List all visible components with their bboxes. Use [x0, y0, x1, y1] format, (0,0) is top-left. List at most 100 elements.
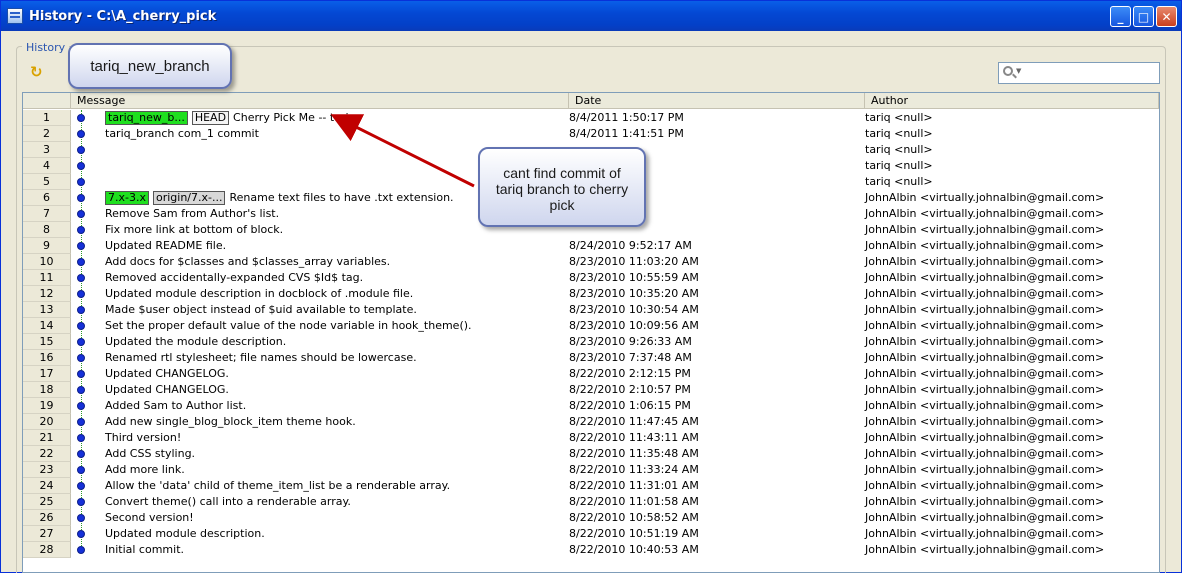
row-number: 16 [23, 350, 71, 366]
table-row[interactable]: 27 Updated module description. 8/22/2010 1… [23, 526, 1159, 542]
commit-author: JohnAlbin <virtually.johnalbin@gmail.com… [865, 495, 1105, 508]
commit-message: Convert theme() call into a renderable a… [105, 495, 351, 508]
search-input[interactable]: ▼ [998, 62, 1160, 84]
branch-name-callout: tariq_new_branch [68, 43, 232, 89]
commit-message: Set the proper default value of the node… [105, 319, 472, 332]
commit-message: Fix more link at bottom of block. [105, 223, 284, 236]
title-bar[interactable]: History - C:\A_cherry_pick _ □ ✕ [1, 1, 1181, 31]
commit-author: JohnAlbin <virtually.johnalbin@gmail.com… [865, 399, 1105, 412]
close-button[interactable]: ✕ [1156, 6, 1177, 27]
commit-author: JohnAlbin <virtually.johnalbin@gmail.com… [865, 479, 1105, 492]
history-panel-label: History [22, 41, 70, 54]
row-number: 7 [23, 206, 71, 222]
table-row[interactable]: 19 Added Sam to Author list. 8/22/2010 1:0… [23, 398, 1159, 414]
commit-dot-icon [77, 402, 85, 410]
commit-message: Updated module description. [105, 527, 265, 540]
ref-tag[interactable]: tariq_new_b... [105, 111, 188, 125]
commit-message-cell: Convert theme() call into a renderable a… [105, 494, 351, 510]
commit-message: Add docs for $classes and $classes_array… [105, 255, 391, 268]
table-row[interactable]: 11 Removed accidentally-expanded CVS $Id$… [23, 270, 1159, 286]
table-row[interactable]: 24 Allow the 'data' child of theme_item_l… [23, 478, 1159, 494]
commit-date: 8/23/2010 10:55:59 AM [569, 271, 699, 284]
minimize-button[interactable]: _ [1110, 6, 1131, 27]
table-row[interactable]: 20 Add new single_blog_block_item theme h… [23, 414, 1159, 430]
row-number: 8 [23, 222, 71, 238]
commit-date: 8/23/2010 10:35:20 AM [569, 287, 699, 300]
commit-author: JohnAlbin <virtually.johnalbin@gmail.com… [865, 255, 1105, 268]
table-row[interactable]: 9 Updated README file. 8/24/2010 9:52:17 A… [23, 238, 1159, 254]
ref-tag[interactable]: origin/7.x-... [152, 191, 226, 205]
commit-author: JohnAlbin <virtually.johnalbin@gmail.com… [865, 447, 1105, 460]
table-row[interactable]: 15 Updated the module description. 8/23/20… [23, 334, 1159, 350]
commit-date: 8/22/2010 11:43:11 AM [569, 431, 699, 444]
table-row[interactable]: 18 Updated CHANGELOG. 8/22/2010 2:10:57 PM… [23, 382, 1159, 398]
commit-message-cell: Third version! [105, 430, 181, 446]
row-number: 24 [23, 478, 71, 494]
column-header-message[interactable]: Message [71, 93, 569, 109]
ref-tag[interactable]: HEAD [191, 111, 230, 125]
commit-message: Updated README file. [105, 239, 227, 252]
table-row[interactable]: 13 Made $user object instead of $uid avai… [23, 302, 1159, 318]
row-number: 18 [23, 382, 71, 398]
refresh-icon[interactable]: ↻ [30, 64, 46, 80]
table-row[interactable]: 10 Add docs for $classes and $classes_arr… [23, 254, 1159, 270]
commit-date: 8/22/2010 11:01:58 AM [569, 495, 699, 508]
commit-author: tariq <null> [865, 143, 933, 156]
column-header-date[interactable]: Date [569, 93, 865, 109]
row-number: 27 [23, 526, 71, 542]
table-row[interactable]: 21 Third version! 8/22/2010 11:43:11 AM Joh… [23, 430, 1159, 446]
table-row[interactable]: 17 Updated CHANGELOG. 8/22/2010 2:12:15 PM… [23, 366, 1159, 382]
ref-tag[interactable]: 7.x-3.x [105, 191, 149, 205]
table-row[interactable]: 14 Set the proper default value of the no… [23, 318, 1159, 334]
commit-author: JohnAlbin <virtually.johnalbin@gmail.com… [865, 207, 1105, 220]
commit-dot-icon [77, 370, 85, 378]
table-row[interactable]: 23 Add more link. 8/22/2010 11:33:24 AM Joh… [23, 462, 1159, 478]
commit-message: Remove Sam from Author's list. [105, 207, 280, 220]
commit-date: 8/22/2010 10:58:52 AM [569, 511, 699, 524]
table-row[interactable]: 22 Add CSS styling. 8/22/2010 11:35:48 AM J… [23, 446, 1159, 462]
commit-message-cell: Updated CHANGELOG. [105, 382, 229, 398]
commit-dot-icon [77, 210, 85, 218]
commit-author: JohnAlbin <virtually.johnalbin@gmail.com… [865, 463, 1105, 476]
table-row[interactable]: 25 Convert theme() call into a renderable… [23, 494, 1159, 510]
row-number: 10 [23, 254, 71, 270]
commit-date: 8/22/2010 11:47:45 AM [569, 415, 699, 428]
commit-message-cell: Updated README file. [105, 238, 226, 254]
commit-message-cell: Add CSS styling. [105, 446, 195, 462]
table-row[interactable]: 26 Second version! 8/22/2010 10:58:52 AM Jo… [23, 510, 1159, 526]
column-header-author[interactable]: Author [865, 93, 1159, 109]
commit-author: JohnAlbin <virtually.johnalbin@gmail.com… [865, 191, 1105, 204]
column-header-number[interactable] [23, 93, 71, 109]
table-row[interactable]: 1 tariq_new_b... HEAD Cherry Pick Me -- tar… [23, 110, 1159, 126]
table-row[interactable]: 28 Initial commit. 8/22/2010 10:40:53 AM Jo… [23, 542, 1159, 558]
table-row[interactable]: 12 Updated module description in docblock… [23, 286, 1159, 302]
commit-date: 8/23/2010 7:37:48 AM [569, 351, 692, 364]
table-row[interactable]: 16 Renamed rtl stylesheet; file names sho… [23, 350, 1159, 366]
window-controls: _ □ ✕ [1110, 6, 1177, 27]
row-number: 20 [23, 414, 71, 430]
commit-dot-icon [77, 258, 85, 266]
commit-message-cell: Add new single_blog_block_item theme hoo… [105, 414, 356, 430]
table-row[interactable]: 2 tariq_branch com_1 commit 8/4/2011 1:41:… [23, 126, 1159, 142]
row-number: 22 [23, 446, 71, 462]
commit-author: JohnAlbin <virtually.johnalbin@gmail.com… [865, 367, 1105, 380]
commit-author: JohnAlbin <virtually.johnalbin@gmail.com… [865, 415, 1105, 428]
commit-dot-icon [77, 242, 85, 250]
commit-message: Add new single_blog_block_item theme hoo… [105, 415, 356, 428]
commit-message-cell: Add more link. [105, 462, 185, 478]
commit-message: Third version! [105, 431, 182, 444]
commit-date: 8/4/2011 1:50:17 PM [569, 111, 684, 124]
commit-author: JohnAlbin <virtually.johnalbin@gmail.com… [865, 351, 1105, 364]
maximize-button[interactable]: □ [1133, 6, 1154, 27]
commit-message-cell: Fix more link at bottom of block. [105, 222, 283, 238]
commit-dot-icon [77, 466, 85, 474]
commit-author: JohnAlbin <virtually.johnalbin@gmail.com… [865, 335, 1105, 348]
commit-dot-icon [77, 162, 85, 170]
window-title: History - C:\A_cherry_pick [29, 8, 217, 24]
chevron-down-icon[interactable]: ▼ [1016, 67, 1021, 75]
commit-message-cell: Updated CHANGELOG. [105, 366, 229, 382]
commit-message-cell: Initial commit. [105, 542, 184, 558]
commit-message-cell: Made $user object instead of $uid availa… [105, 302, 417, 318]
commit-author: JohnAlbin <virtually.johnalbin@gmail.com… [865, 431, 1105, 444]
commit-message: Added Sam to Author list. [105, 399, 247, 412]
